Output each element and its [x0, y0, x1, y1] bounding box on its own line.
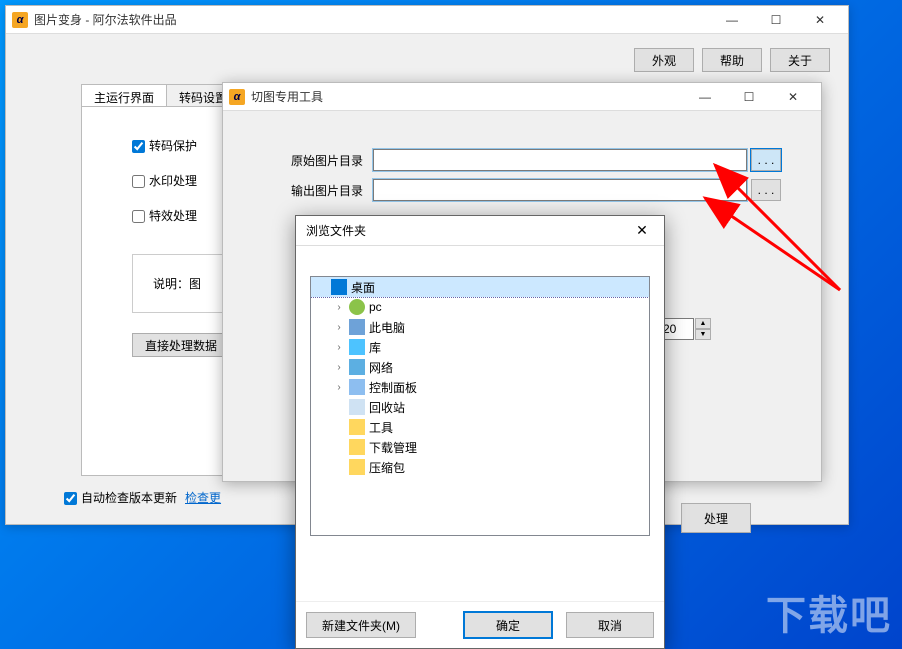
tree-item-label: 工具: [369, 419, 393, 436]
chk-effects-input[interactable]: [132, 210, 145, 223]
tree-item-label: 下载管理: [369, 439, 417, 456]
chk-effects[interactable]: 特效处理: [132, 209, 197, 223]
chk-watermark[interactable]: 水印处理: [132, 174, 197, 188]
main-window-controls: — ☐ ✕: [710, 7, 842, 33]
tool-maximize-button[interactable]: ☐: [727, 84, 771, 110]
tree-item[interactable]: 压缩包: [311, 457, 649, 477]
description-text: 说明：图: [153, 277, 201, 291]
tree-item-label: 控制面板: [369, 379, 417, 396]
tree-item[interactable]: › 控制面板: [311, 377, 649, 397]
folder-icon: [349, 419, 365, 435]
tool-titlebar[interactable]: α 切图专用工具 — ☐ ✕: [223, 83, 821, 111]
pc-icon: [349, 319, 365, 335]
chk-transcode-label: 转码保护: [149, 139, 197, 153]
net-icon: [349, 359, 365, 375]
src-label: 原始图片目录: [263, 152, 363, 169]
tool-title: 切图专用工具: [251, 88, 683, 105]
browse-folder-dialog: 浏览文件夹 ✕ 桌面›pc›此电脑›库›网络›控制面板回收站工具下载管理压缩包 …: [295, 215, 665, 649]
dialog-footer: 新建文件夹(M) 确定 取消: [296, 601, 664, 648]
tree-item-label: 此电脑: [369, 319, 405, 336]
tree-item[interactable]: 工具: [311, 417, 649, 437]
dialog-body: 桌面›pc›此电脑›库›网络›控制面板回收站工具下载管理压缩包: [296, 246, 664, 601]
direct-process-button[interactable]: 直接处理数据: [132, 333, 230, 357]
spinner-buttons: ▲ ▼: [695, 318, 711, 340]
chk-transcode-protect[interactable]: 转码保护: [132, 139, 197, 153]
tree-item[interactable]: 桌面: [311, 277, 649, 297]
maximize-button[interactable]: ☐: [754, 7, 798, 33]
tree-item[interactable]: › 此电脑: [311, 317, 649, 337]
lib-icon: [349, 339, 365, 355]
tree-item-label: 网络: [369, 359, 393, 376]
help-button[interactable]: 帮助: [702, 48, 762, 72]
dialog-title: 浏览文件夹: [306, 222, 630, 239]
auto-update-label: 自动检查版本更新: [81, 491, 177, 505]
chk-effects-label: 特效处理: [149, 209, 197, 223]
spinner-down[interactable]: ▼: [695, 329, 711, 340]
tree-item-label: 桌面: [351, 279, 375, 296]
out-browse-button[interactable]: . . .: [751, 179, 781, 201]
ok-button[interactable]: 确定: [464, 612, 552, 638]
expander-icon[interactable]: ›: [333, 322, 345, 333]
trash-icon: [349, 399, 365, 415]
folder-icon: [349, 439, 365, 455]
close-button[interactable]: ✕: [798, 7, 842, 33]
app-icon: α: [12, 12, 28, 28]
tool-body: 原始图片目录 . . . 输出图片目录 . . .: [223, 111, 821, 201]
check-update-link[interactable]: 检查更: [185, 489, 221, 506]
ctrl-icon: [349, 379, 365, 395]
tool-process-button[interactable]: 处理: [681, 503, 751, 533]
tree-item[interactable]: ›库: [311, 337, 649, 357]
src-input[interactable]: [373, 149, 747, 171]
about-button[interactable]: 关于: [770, 48, 830, 72]
folder-tree[interactable]: 桌面›pc›此电脑›库›网络›控制面板回收站工具下载管理压缩包: [310, 276, 650, 536]
folder-icon: [349, 459, 365, 475]
out-input[interactable]: [373, 179, 747, 201]
expander-icon[interactable]: ›: [333, 342, 345, 353]
tree-item[interactable]: › pc: [311, 297, 649, 317]
spinner-input[interactable]: [660, 318, 694, 340]
tree-item[interactable]: 回收站: [311, 397, 649, 417]
tree-item-label: 回收站: [369, 399, 405, 416]
appearance-button[interactable]: 外观: [634, 48, 694, 72]
tree-item[interactable]: › 网络: [311, 357, 649, 377]
new-folder-button[interactable]: 新建文件夹(M): [306, 612, 416, 638]
main-titlebar[interactable]: α 图片变身 - 阿尔法软件出品 — ☐ ✕: [6, 6, 848, 34]
main-title: 图片变身 - 阿尔法软件出品: [34, 11, 710, 28]
watermark-text: 下载吧: [766, 583, 892, 641]
tree-item-label: 库: [369, 339, 381, 356]
chk-transcode-protect-input[interactable]: [132, 140, 145, 153]
auto-update-checkbox[interactable]: 自动检查版本更新: [64, 489, 177, 506]
dialog-header[interactable]: 浏览文件夹 ✕: [296, 216, 664, 246]
src-row: 原始图片目录 . . .: [223, 149, 821, 171]
minimize-button[interactable]: —: [710, 7, 754, 33]
tool-window-controls: — ☐ ✕: [683, 84, 815, 110]
spinner-up[interactable]: ▲: [695, 318, 711, 329]
expander-icon[interactable]: ›: [333, 382, 345, 393]
user-icon: [349, 299, 365, 315]
expander-icon[interactable]: ›: [333, 302, 345, 313]
top-buttons: 外观 帮助 关于: [634, 48, 830, 72]
chk-watermark-input[interactable]: [132, 175, 145, 188]
auto-update-input[interactable]: [64, 492, 77, 505]
tree-item-label: pc: [369, 300, 382, 314]
tool-app-icon: α: [229, 89, 245, 105]
src-browse-button[interactable]: . . .: [751, 149, 781, 171]
tool-minimize-button[interactable]: —: [683, 84, 727, 110]
chk-watermark-label: 水印处理: [149, 174, 197, 188]
tree-item[interactable]: 下载管理: [311, 437, 649, 457]
tree-item-label: 压缩包: [369, 459, 405, 476]
desktop-icon: [331, 279, 347, 295]
out-label: 输出图片目录: [263, 182, 363, 199]
dialog-close-button[interactable]: ✕: [630, 219, 654, 243]
spinner-row: ▲ ▼: [660, 318, 711, 340]
out-row: 输出图片目录 . . .: [223, 179, 821, 201]
tool-close-button[interactable]: ✕: [771, 84, 815, 110]
cancel-button[interactable]: 取消: [566, 612, 654, 638]
expander-icon[interactable]: ›: [333, 362, 345, 373]
bottom-row: 自动检查版本更新 检查更: [64, 489, 221, 506]
